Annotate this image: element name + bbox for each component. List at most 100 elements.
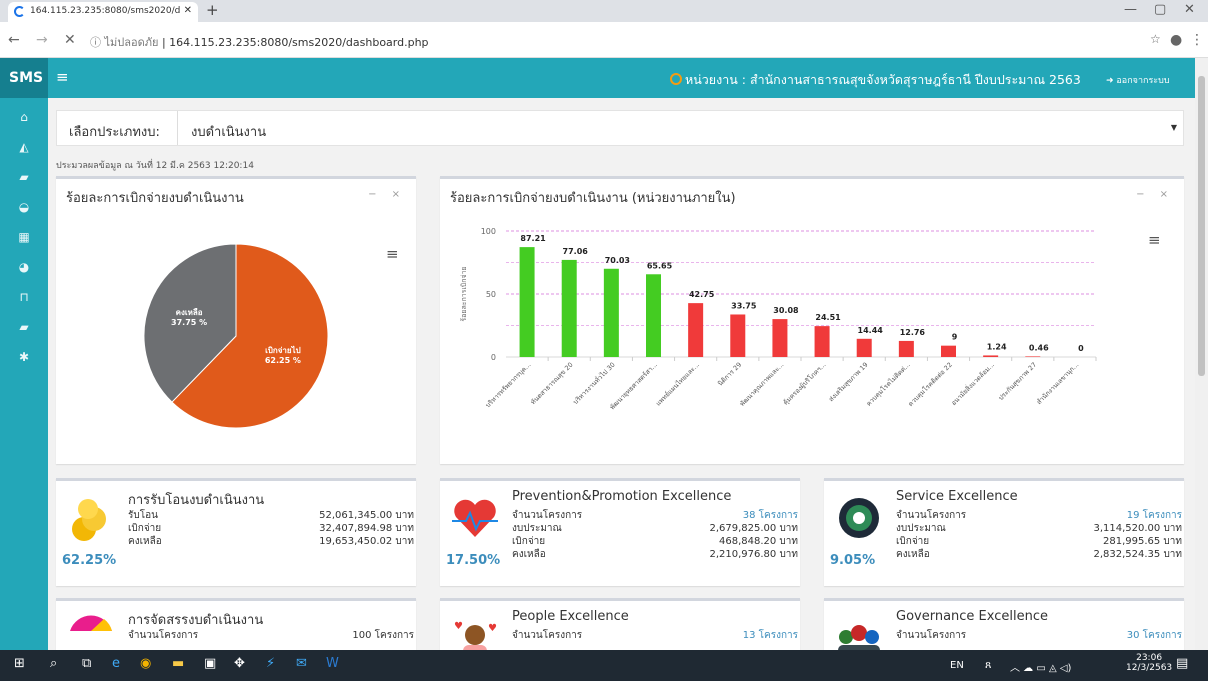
address-bar-row: ← → ✕ ⓘ ไม่ปลอดภัย | 164.115.23.235:8080… [0, 22, 1208, 58]
logout-button[interactable]: ➜ ออกจากระบบ [1106, 73, 1170, 87]
bar-chart: 0 50 100 ร้อยละการเบิกจ่าย 87.21 บริหารทรัพยา… [460, 227, 1097, 411]
store-icon[interactable]: ▣ [204, 656, 216, 671]
clock-date: 12/3/2563 [1126, 663, 1173, 673]
gear-icon[interactable]: ✱ [15, 350, 33, 364]
search-icon[interactable]: ⌕ [50, 656, 57, 671]
chart-menu-icon[interactable]: ≡ [1148, 231, 1161, 249]
tray-icons[interactable]: ︿ ☁ ▭ ◬ ◁) [1010, 659, 1071, 674]
bar[interactable] [646, 274, 661, 357]
hamburger-icon[interactable]: ≡ [56, 68, 69, 86]
gear-support-icon [839, 498, 879, 538]
bar[interactable] [1025, 356, 1041, 357]
bar[interactable] [561, 259, 577, 357]
pie-panel-title: ร้อยละการเบิกจ่ายงบดำเนินงาน [66, 191, 244, 206]
cart-icon[interactable]: ⊓ [15, 290, 33, 304]
forward-button[interactable]: → [36, 32, 48, 48]
budget-type-select[interactable]: เลือกประเภทงบ: งบดำเนินงาน ▼ [56, 110, 1184, 146]
bar-value-label: 1.24 [987, 342, 1007, 351]
book-icon[interactable]: ▰ [15, 170, 33, 184]
mail-icon[interactable]: ✉ [296, 656, 307, 671]
page-scrollbar[interactable] [1195, 58, 1208, 650]
dropdown-arrow-icon[interactable]: ▼ [1171, 123, 1177, 132]
heart-pulse-icon [452, 499, 498, 537]
clock[interactable]: 23:06 12/3/2563 [1126, 653, 1172, 673]
task-view-icon[interactable]: ⧉ [82, 656, 91, 671]
logout-label: ออกจากระบบ [1116, 76, 1170, 86]
pie-chart-icon[interactable]: ◕ [15, 260, 33, 274]
x-tick-label: ส่งเสริมสุขภาพ 19 [827, 361, 869, 403]
new-tab-button[interactable]: + [206, 1, 219, 19]
card-row-value[interactable]: 30 โครงการ [1127, 628, 1182, 643]
x-tick-label: ควบคุมโรคไม่ติดต่... [865, 361, 912, 408]
word-icon[interactable]: W [326, 656, 339, 671]
card-row-value[interactable]: 13 โครงการ [743, 628, 798, 643]
pie-slice-label: เบิกจ่ายไป [265, 345, 301, 355]
table-icon[interactable]: ▦ [15, 230, 33, 244]
bar[interactable] [898, 340, 914, 357]
bar[interactable] [688, 303, 704, 357]
panel-tools[interactable]: − × [368, 189, 406, 200]
pie-panel: ร้อยละการเบิกจ่ายงบดำเนินงาน − × ≡ เบิกจ… [56, 176, 416, 464]
bar[interactable] [603, 268, 619, 357]
y-tick-label: 0 [491, 353, 496, 362]
card-title: การจัดสรรงบดำเนินงาน [128, 613, 264, 628]
bar[interactable] [856, 338, 872, 357]
url-field[interactable]: ⓘ ไม่ปลอดภัย | 164.115.23.235:8080/sms20… [90, 29, 1110, 51]
area-chart-icon[interactable]: ◭ [15, 140, 33, 154]
x-tick-label: ทันตสาธารณสุข 20 [529, 361, 575, 407]
summary-card: Service Excellence จำนวนโครงการ 19 โครงการ… [824, 478, 1184, 586]
file-explorer-icon[interactable]: ▬ [172, 656, 184, 671]
notifications-icon[interactable]: ▤ [1176, 656, 1188, 671]
divider [177, 111, 178, 145]
profile-icon[interactable]: ● [1170, 32, 1182, 48]
language-indicator[interactable]: EN [950, 660, 964, 671]
bar-value-label: 0.46 [1029, 343, 1049, 352]
bar-panel-title: ร้อยละการเบิกจ่ายงบดำเนินงาน (หน่วยงานภา… [450, 191, 736, 206]
bar-value-label: 24.51 [815, 313, 841, 322]
scrollbar-thumb[interactable] [1198, 76, 1205, 376]
close-window-button[interactable]: ✕ [1184, 2, 1195, 17]
minimize-button[interactable]: — [1124, 2, 1137, 17]
bar[interactable] [730, 314, 746, 357]
summary-card: Governance Excellence จำนวนโครงการ 30 โครง… [824, 598, 1184, 661]
menu-kebab-icon[interactable]: ⋮ [1190, 32, 1204, 48]
star-icon[interactable]: ☆ [1150, 32, 1161, 46]
x-tick-label: นิติการ 29 [716, 361, 743, 388]
select-value: งบดำเนินงาน [191, 125, 267, 140]
back-button[interactable]: ← [8, 32, 20, 48]
browser-tab[interactable]: 164.115.23.235:8080/sms2020/d ✕ [8, 2, 198, 22]
panel-tools[interactable]: − × [1136, 189, 1174, 200]
bar-value-label: 65.65 [647, 261, 673, 270]
bar[interactable] [772, 319, 788, 357]
book-icon-2[interactable]: ▰ [15, 320, 33, 334]
clock-time: 23:06 [1136, 653, 1163, 663]
maximize-button[interactable]: ▢ [1154, 2, 1166, 17]
x-tick-label: สำนักงานเลขานุก... [1035, 361, 1080, 406]
inbox-icon[interactable]: ◒ [15, 200, 33, 214]
windows-start-icon[interactable]: ⊞ [14, 656, 25, 671]
card-title: People Excellence [512, 609, 629, 624]
card-title: การรับโอนงบดำเนินงาน [128, 493, 265, 508]
app-logo[interactable]: SMS [0, 58, 48, 98]
y-tick-label: 100 [481, 227, 496, 236]
home-icon[interactable]: ⌂ [15, 110, 33, 124]
card-row-label: เบิกจ่าย [128, 523, 162, 534]
stop-button[interactable]: ✕ [64, 32, 76, 48]
dropbox-icon[interactable]: ✥ [234, 656, 245, 671]
edge-icon[interactable]: e [112, 656, 120, 671]
bar[interactable] [519, 247, 535, 357]
bar[interactable] [814, 326, 830, 357]
bar[interactable] [983, 355, 999, 357]
power-automate-icon[interactable]: ⚡ [266, 656, 275, 671]
updated-timestamp: ประมวลผลข้อมูล ณ วันที่ 12 มี.ค 2563 12:… [56, 161, 254, 171]
chrome-icon[interactable]: ◉ [140, 656, 151, 671]
bar[interactable] [941, 345, 956, 357]
card-row-label: งบประมาณ [896, 523, 946, 534]
unit-title-text: หน่วยงาน : สำนักงานสาธารณสุขจังหวัดสุราษ… [685, 72, 1081, 87]
url-text: 164.115.23.235:8080/sms2020/dashboard.ph… [169, 36, 429, 49]
close-tab-icon[interactable]: ✕ [184, 5, 192, 16]
people-icon[interactable]: ጸ [985, 658, 991, 672]
y-axis-label: ร้อยละการเบิกจ่าย [460, 266, 468, 321]
card-row-value: 19,653,450.02 บาท [319, 536, 414, 547]
card-row: คงเหลือ 2,832,524.35 บาท [896, 547, 1182, 562]
